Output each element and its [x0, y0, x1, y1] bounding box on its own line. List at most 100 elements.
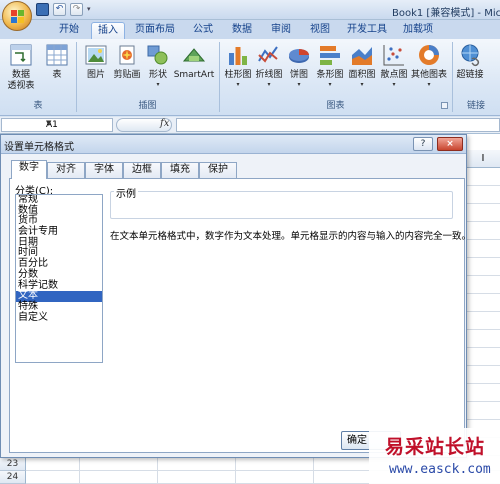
tab-alignment[interactable]: 对齐 [47, 162, 85, 178]
shapes-label: 形状 [148, 70, 167, 80]
tab-addins[interactable]: 加载项 [398, 22, 438, 39]
tab-home[interactable]: 开始 [52, 22, 86, 39]
tab-review[interactable]: 审阅 [264, 22, 298, 39]
title-bar: ↶ ↷ ▾ Book1 [兼容模式] - Micro [0, 0, 500, 20]
row-header[interactable]: 23 [0, 458, 26, 471]
hyperlink-button[interactable]: 超链接 [454, 43, 486, 81]
picture-label: 图片 [86, 70, 105, 80]
other-charts-icon [419, 45, 439, 65]
line-chart-label: 折线图 [255, 70, 283, 80]
category-fraction[interactable]: 分数 [16, 269, 102, 281]
tab-page-layout[interactable]: 页面布局 [130, 22, 180, 39]
group-label-illustrations: 插图 [138, 101, 157, 111]
scatter-chart-button[interactable]: 散点图 ▾ [378, 43, 410, 89]
group-label-charts: 图表 [326, 101, 345, 111]
pie-chart-icon [289, 49, 309, 63]
table-icon [46, 44, 68, 66]
tab-fill[interactable]: 填充 [161, 162, 199, 178]
category-custom[interactable]: 自定义 [16, 312, 102, 324]
pivot-table-icon [10, 44, 32, 66]
table-label: 表 [52, 70, 62, 80]
table-button[interactable]: 表 [44, 43, 70, 81]
customize-toolbar-icon[interactable]: ▾ [87, 3, 95, 16]
gridline [157, 458, 158, 484]
line-dropdown-icon: ▾ [267, 81, 271, 88]
pivot-table-button[interactable]: 数据 透视表 [4, 43, 38, 92]
bar-chart-button[interactable]: 条形图 ▾ [314, 43, 346, 89]
gridline [79, 458, 80, 484]
group-label-links: 链接 [466, 101, 485, 111]
line-chart-icon [258, 46, 278, 63]
category-list[interactable]: 常规 数值 货币 会计专用 日期 时间 百分比 分数 科学记数 文本 特殊 自定… [15, 194, 103, 363]
office-logo-icon [11, 10, 24, 23]
tab-border[interactable]: 边框 [123, 162, 161, 178]
tab-developer[interactable]: 开发工具 [342, 22, 392, 39]
group-label-table: 表 [33, 101, 43, 111]
pie-chart-button[interactable]: 饼图 ▾ [286, 43, 312, 89]
smartart-label: SmartArt [173, 70, 215, 80]
gridline [313, 458, 314, 484]
insert-function-icon[interactable]: fx [160, 118, 169, 129]
sample-label: 示例 [114, 185, 138, 200]
shapes-dropdown-icon: ▾ [156, 81, 160, 88]
smartart-button[interactable]: SmartArt [173, 43, 215, 81]
column-chart-icon [229, 47, 247, 65]
column-chart-label: 柱形图 [224, 70, 252, 80]
office-button[interactable] [2, 1, 32, 31]
column-chart-button[interactable]: 柱形图 ▾ [223, 43, 253, 89]
column-header[interactable]: I [465, 150, 500, 168]
hyperlink-icon [461, 44, 480, 67]
save-icon[interactable] [36, 3, 49, 16]
formula-bar: A1 ▼ fx [0, 117, 500, 134]
dialog-title: 设置单元格格式 [4, 142, 74, 153]
format-cells-dialog: 设置单元格格式 ? × 数字 对齐 字体 边框 填充 保护 分类(C): 常规 … [0, 134, 471, 458]
clipart-label: 剪贴画 [113, 70, 141, 80]
tab-number[interactable]: 数字 [11, 160, 47, 179]
area-dropdown-icon: ▾ [360, 81, 364, 88]
redo-icon[interactable]: ↷ [70, 3, 83, 16]
column-dropdown-icon: ▾ [236, 81, 240, 88]
tab-view[interactable]: 视图 [303, 22, 337, 39]
worksheet-cells[interactable] [465, 168, 500, 458]
smartart-icon [182, 48, 206, 62]
watermark-title: 易采站长站 [385, 436, 486, 458]
dialog-title-bar[interactable]: 设置单元格格式 ? × [1, 135, 466, 154]
bar-dropdown-icon: ▾ [328, 81, 332, 88]
scatter-chart-icon [383, 45, 404, 66]
window-title: Book1 [兼容模式] - Micro [392, 8, 500, 19]
bar-chart-icon [320, 46, 340, 65]
formula-input[interactable] [176, 118, 500, 132]
pivot-label-2: 透视表 [7, 81, 35, 91]
pie-dropdown-icon: ▾ [297, 81, 301, 88]
tab-formulas[interactable]: 公式 [186, 22, 220, 39]
picture-button[interactable]: 图片 [82, 43, 110, 81]
gridline [235, 458, 236, 484]
clipart-button[interactable]: 剪贴画 [111, 43, 143, 81]
name-box[interactable]: A1 ▼ [1, 118, 113, 132]
undo-icon[interactable]: ↶ [53, 3, 66, 16]
other-charts-button[interactable]: 其他图表 ▾ [410, 43, 448, 89]
area-chart-icon [352, 47, 372, 65]
bar-chart-label: 条形图 [316, 70, 344, 80]
help-button[interactable]: ? [413, 137, 433, 151]
ribbon: 数据 透视表 表 表 图片 剪贴画 形状 ▾ SmartArt 插图 柱形图 ▾… [0, 39, 500, 116]
tab-insert[interactable]: 插入 [91, 22, 125, 39]
shapes-icon [147, 45, 168, 65]
hyperlink-label: 超链接 [456, 70, 484, 80]
tab-font[interactable]: 字体 [85, 162, 123, 178]
scatter-dropdown-icon: ▾ [392, 81, 396, 88]
line-chart-button[interactable]: 折线图 ▾ [254, 43, 284, 89]
area-chart-button[interactable]: 面积图 ▾ [346, 43, 378, 89]
area-chart-label: 面积图 [348, 70, 376, 80]
other-charts-label: 其他图表 [410, 70, 447, 80]
chevron-down-icon[interactable]: ▼ [46, 119, 110, 127]
tab-protection[interactable]: 保护 [199, 162, 237, 178]
shapes-button[interactable]: 形状 ▾ [145, 43, 171, 89]
category-special[interactable]: 特殊 [16, 301, 102, 313]
tab-data[interactable]: 数据 [225, 22, 259, 39]
charts-dialog-launcher[interactable] [441, 102, 448, 109]
quick-access-toolbar: ↶ ↷ ▾ [36, 3, 95, 16]
pivot-label-1: 数据 [11, 70, 30, 80]
row-header[interactable]: 24 [0, 471, 26, 484]
close-button[interactable]: × [437, 137, 463, 151]
